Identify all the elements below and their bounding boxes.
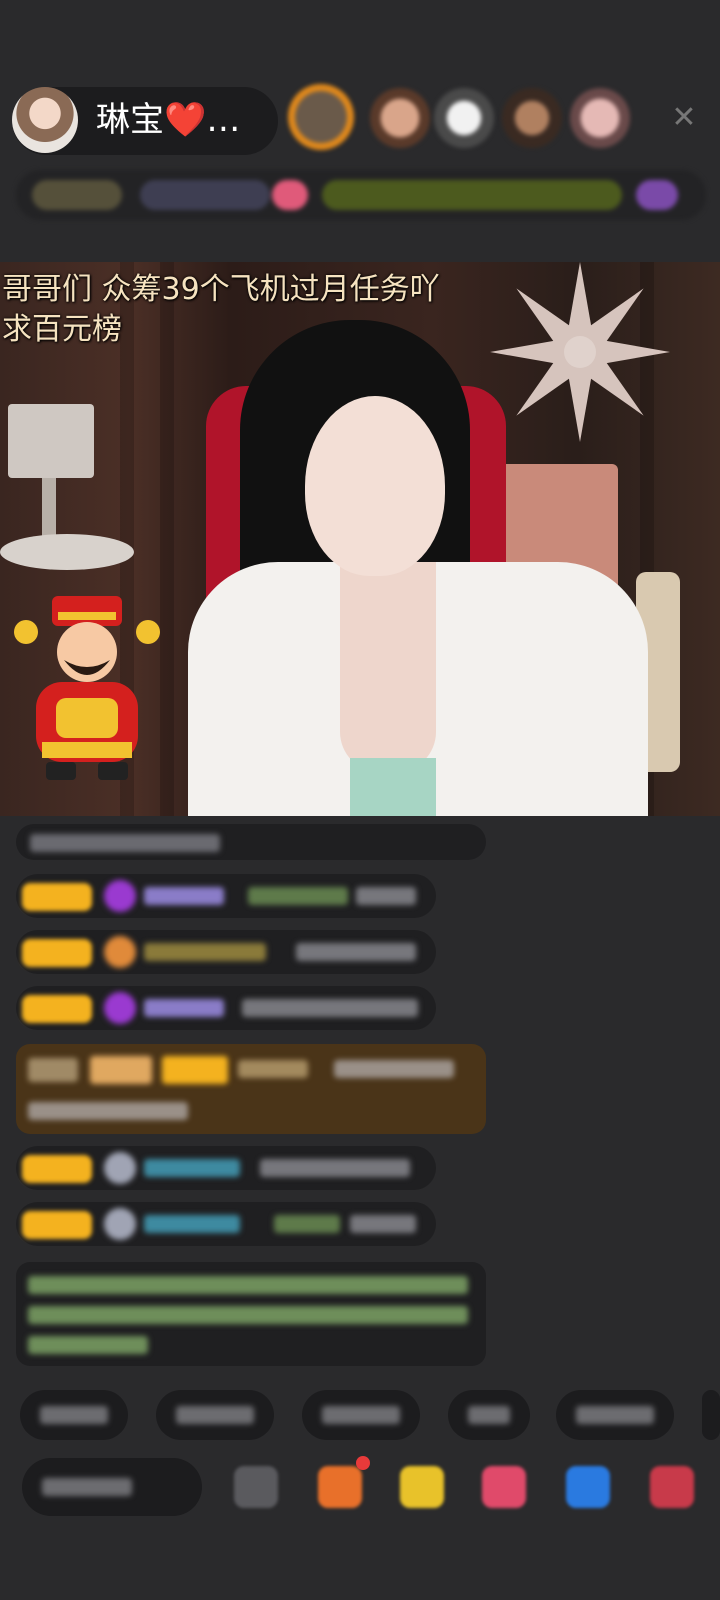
chat-message[interactable] xyxy=(16,986,436,1030)
badge-chip[interactable] xyxy=(32,180,122,210)
level-badge xyxy=(162,1056,228,1084)
lamp-stem xyxy=(42,478,56,538)
quick-reply-chip[interactable] xyxy=(556,1390,674,1440)
quick-reply-chip[interactable] xyxy=(302,1390,420,1440)
host-name[interactable]: 琳宝❤️… xyxy=(96,100,240,140)
viewer-avatar[interactable] xyxy=(370,88,430,148)
fan-badge-icon xyxy=(104,936,136,968)
fan-badge-icon xyxy=(104,992,136,1024)
notice-text xyxy=(28,1336,148,1354)
fans-icon[interactable] xyxy=(482,1466,526,1508)
menu-icon[interactable] xyxy=(234,1466,278,1508)
quick-reply-chip[interactable] xyxy=(156,1390,274,1440)
message-text xyxy=(248,887,348,905)
fan-badge-icon xyxy=(104,1152,136,1184)
badge-chip[interactable] xyxy=(140,180,270,210)
gift-box-icon[interactable] xyxy=(318,1466,362,1508)
level-badge xyxy=(22,883,92,911)
username[interactable] xyxy=(144,887,224,905)
message-text xyxy=(274,1215,340,1233)
room-badges-row xyxy=(16,170,706,220)
message-text xyxy=(296,943,416,961)
streamer-neck xyxy=(340,562,436,772)
badge-chip[interactable] xyxy=(322,180,622,210)
chat-message[interactable] xyxy=(16,1146,436,1190)
chat-input[interactable] xyxy=(22,1458,202,1516)
caption-line-1: 哥哥们 众筹39个飞机过月任务吖 xyxy=(2,272,440,307)
system-notice xyxy=(16,1262,486,1366)
username[interactable] xyxy=(144,1159,240,1177)
message-text xyxy=(30,834,220,852)
viewer-avatar[interactable] xyxy=(288,84,354,150)
badge xyxy=(28,1058,78,1082)
side-table xyxy=(0,534,134,570)
notice-text xyxy=(28,1306,468,1324)
quick-reply-chip[interactable] xyxy=(20,1390,128,1440)
username[interactable] xyxy=(238,1060,308,1078)
lamp xyxy=(8,404,94,478)
level-badge xyxy=(22,939,92,967)
notification-dot xyxy=(356,1456,370,1470)
username[interactable] xyxy=(144,943,266,961)
badge-chip[interactable] xyxy=(636,180,678,210)
viewer-avatar[interactable] xyxy=(570,88,630,148)
message-text xyxy=(242,999,418,1017)
chat-message[interactable] xyxy=(16,930,436,974)
close-icon[interactable]: ✕ xyxy=(668,102,700,134)
god-of-wealth-sticker[interactable] xyxy=(12,590,162,790)
host-avatar[interactable] xyxy=(12,87,78,153)
more-icon[interactable] xyxy=(650,1466,694,1508)
viewer-avatar[interactable] xyxy=(502,88,562,148)
level-badge xyxy=(22,1155,92,1183)
badge-chip[interactable] xyxy=(272,180,308,210)
chat-message[interactable] xyxy=(16,874,436,918)
video-caption: 哥哥们 众筹39个飞机过月任务吖 求百元榜 xyxy=(2,270,440,350)
username[interactable] xyxy=(144,999,224,1017)
notice-text xyxy=(28,1276,468,1294)
viewer-avatar[interactable] xyxy=(434,88,494,148)
level-badge xyxy=(22,995,92,1023)
caption-line-2: 求百元榜 xyxy=(2,312,122,347)
game-icon[interactable] xyxy=(566,1466,610,1508)
quick-reply-chip[interactable] xyxy=(702,1390,720,1440)
message-text xyxy=(334,1060,454,1078)
chat-input-placeholder xyxy=(42,1478,132,1496)
highlighted-chat-message[interactable] xyxy=(16,1044,486,1134)
message-text xyxy=(356,887,416,905)
fan-badge-icon xyxy=(104,1208,136,1240)
live-video[interactable]: 哥哥们 众筹39个飞机过月任务吖 求百元榜 xyxy=(0,262,720,816)
level-badge xyxy=(22,1211,92,1239)
streamer-face xyxy=(305,396,445,576)
streamer-top xyxy=(350,758,436,816)
quick-reply-chip[interactable] xyxy=(448,1390,530,1440)
badge xyxy=(90,1056,152,1084)
message-text xyxy=(260,1159,410,1177)
message-text xyxy=(28,1102,188,1120)
chat-message[interactable] xyxy=(16,1202,436,1246)
chat-message[interactable] xyxy=(16,824,486,860)
gift-icon[interactable] xyxy=(400,1466,444,1508)
fan-badge-icon xyxy=(104,880,136,912)
top-viewers-list xyxy=(288,80,658,162)
message-text xyxy=(350,1215,416,1233)
username[interactable] xyxy=(144,1215,240,1233)
